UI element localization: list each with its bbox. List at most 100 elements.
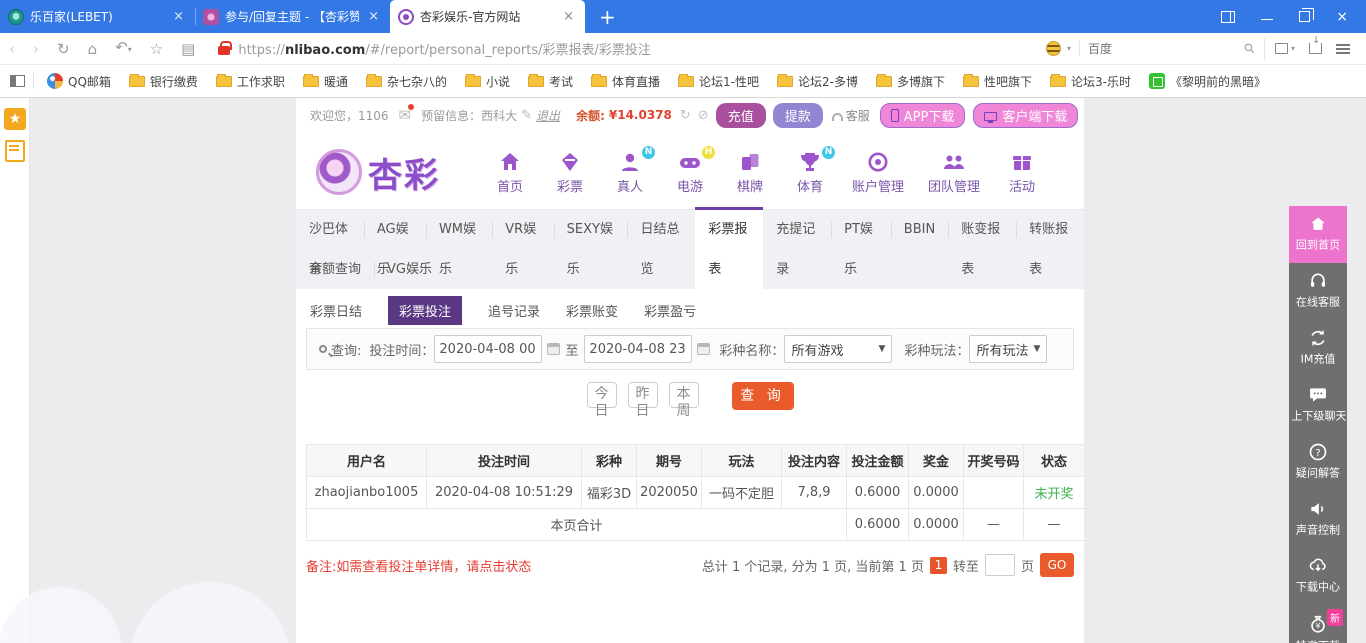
tab-sexy[interactable]: SEXY娱乐 (554, 210, 628, 250)
url-field[interactable]: https://nlibao.com/#/report/personal_rep… (218, 39, 1038, 58)
bookmark-folder-2[interactable]: 工作求职 (207, 73, 294, 90)
site-logo[interactable]: 杏彩 (316, 148, 440, 197)
time-from-input[interactable] (434, 335, 542, 363)
nav-item-egame[interactable]: H 电游 (672, 150, 708, 195)
favorite-star-icon[interactable]: ☆ (141, 34, 172, 64)
cell-status-link[interactable]: 未开奖 (1024, 477, 1085, 509)
client-download-button[interactable]: 客户端下载 (973, 103, 1078, 128)
tab-balance-query[interactable]: 余额查询 (296, 250, 374, 290)
logout-link[interactable]: 退出 (536, 107, 560, 124)
bookmark-folder-3[interactable]: 暖通 (294, 73, 357, 90)
browser-tab-3-active[interactable]: 杏彩娱乐-官方网站 × (390, 0, 585, 33)
bookmark-qq-mail[interactable]: QQ邮箱 (38, 73, 120, 90)
withdraw-button[interactable]: 提款 (773, 103, 823, 128)
message-envelope-icon[interactable]: ✉ (399, 106, 412, 124)
edit-icon[interactable]: ✎ (521, 108, 532, 123)
nav-item-live[interactable]: N 真人 (612, 150, 648, 195)
tab-shaba[interactable]: 沙巴体育 (296, 210, 364, 250)
tab-bbin[interactable]: BBIN (891, 210, 948, 250)
refresh-icon[interactable]: ↻ (48, 34, 79, 64)
subtab-lottery-bets-active[interactable]: 彩票投注 (388, 296, 462, 325)
go-button[interactable]: GO (1040, 553, 1074, 577)
favorites-star-icon[interactable]: ★ (4, 108, 26, 130)
tab-vg[interactable]: VG娱乐 (374, 250, 445, 290)
refresh-balance-icon[interactable]: ↻ (680, 108, 691, 123)
nav-item-team[interactable]: 团队管理 (928, 150, 980, 195)
tab-account-change[interactable]: 账变报表 (948, 210, 1016, 250)
nav-item-chess[interactable]: 棋牌 (732, 150, 768, 195)
bookmark-folder-12[interactable]: 论坛3-乐时 (1041, 73, 1140, 90)
layout-panel-icon[interactable] (1221, 11, 1235, 23)
bookmark-folder-1[interactable]: 银行缴费 (120, 73, 207, 90)
undo-icon[interactable]: ↶▾ (106, 32, 141, 65)
subtab-lottery-pnl[interactable]: 彩票盈亏 (644, 301, 696, 320)
search-icon[interactable] (1243, 42, 1256, 55)
nav-item-promo[interactable]: 活动 (1004, 150, 1040, 195)
home-icon[interactable]: ⌂ (79, 34, 107, 64)
tab-vr[interactable]: VR娱乐 (492, 210, 553, 250)
menu-icon[interactable] (1336, 44, 1350, 54)
bookmark-folder-11[interactable]: 性吧旗下 (954, 73, 1041, 90)
sidebar-item-sound[interactable]: 声音控制 (1289, 491, 1347, 548)
customer-service-link[interactable]: 客服 (832, 107, 870, 124)
browser-search-input[interactable] (1088, 42, 1243, 56)
thisweek-button[interactable]: 本周 (669, 382, 699, 408)
nav-item-account[interactable]: 账户管理 (852, 150, 904, 195)
bee-extension-icon[interactable] (1046, 41, 1061, 56)
yesterday-button[interactable]: 昨日 (628, 382, 658, 408)
calendar-icon[interactable] (697, 343, 710, 355)
time-to-input[interactable] (584, 335, 692, 363)
new-tab-button[interactable]: + (585, 2, 630, 32)
notes-memo-icon[interactable] (5, 140, 25, 162)
close-window-icon[interactable]: × (1336, 10, 1348, 24)
nav-item-sports[interactable]: N 体育 (792, 150, 828, 195)
capture-icon[interactable] (1275, 43, 1288, 54)
restore-icon[interactable] (1299, 11, 1310, 22)
tab2-close-icon[interactable]: × (365, 9, 382, 24)
tab-deposit[interactable]: 充提记录 (763, 210, 831, 250)
tab-pt[interactable]: PT娱乐 (831, 210, 891, 250)
current-page-badge[interactable]: 1 (930, 557, 947, 574)
subtab-lottery-daily[interactable]: 彩票日结 (310, 301, 362, 320)
sidebar-item-home[interactable]: 回到首页 (1289, 206, 1347, 263)
bookmark-folder-5[interactable]: 小说 (456, 73, 519, 90)
sidebar-item-invite-download[interactable]: 新 ¥ 特邀下载 (1289, 605, 1347, 643)
app-download-button[interactable]: APP下载 (880, 103, 966, 128)
tab-daily[interactable]: 日结总览 (627, 210, 695, 250)
recharge-button[interactable]: 充值 (716, 103, 766, 128)
tab-transfer[interactable]: 转账报表 (1016, 210, 1084, 250)
sidebar-item-chat[interactable]: 上下级聊天 (1289, 377, 1347, 434)
minimize-icon[interactable] (1261, 19, 1273, 20)
sidebar-item-im-recharge[interactable]: IM充值 (1289, 320, 1347, 377)
tab-ag[interactable]: AG娱乐 (364, 210, 426, 250)
calendar-icon[interactable] (547, 343, 560, 355)
bookmark-novel[interactable]: 《黎明前的黑暗》 (1140, 73, 1275, 90)
forward-icon[interactable]: › (24, 34, 48, 64)
download-icon[interactable] (1309, 43, 1322, 54)
subtab-chase-records[interactable]: 追号记录 (488, 301, 540, 320)
bookmark-folder-7[interactable]: 体育直播 (582, 73, 669, 90)
tab3-close-icon[interactable]: × (560, 9, 577, 24)
hide-balance-icon[interactable]: ⊘ (698, 108, 709, 123)
play-select[interactable]: 所有玩法▼ (969, 335, 1047, 363)
capture-caret-icon[interactable]: ▾ (1291, 44, 1295, 53)
game-select[interactable]: 所有游戏▼ (784, 335, 892, 363)
subtab-lottery-account[interactable]: 彩票账变 (566, 301, 618, 320)
reading-list-icon[interactable]: ▤ (172, 34, 204, 64)
bookmark-folder-8[interactable]: 论坛1-性吧 (669, 73, 768, 90)
bookmark-folder-4[interactable]: 杂七杂八的 (357, 73, 456, 90)
back-icon[interactable]: ‹ (0, 34, 24, 64)
nav-item-lottery[interactable]: 彩票 (552, 150, 588, 195)
today-button[interactable]: 今日 (587, 382, 617, 408)
sidebar-item-service[interactable]: 在线客服 (1289, 263, 1347, 320)
browser-tab-2[interactable]: 参与/回复主题 - 【杏彩赞 × (195, 0, 390, 33)
tab-wm[interactable]: WM娱乐 (426, 210, 492, 250)
tab1-close-icon[interactable]: × (170, 9, 187, 24)
sidebar-item-download[interactable]: 下载中心 (1289, 548, 1347, 605)
extension-caret-icon[interactable]: ▾ (1067, 44, 1071, 53)
browser-tab-1[interactable]: 乐百家(LEBET) × (0, 0, 195, 33)
bookmark-folder-6[interactable]: 考试 (519, 73, 582, 90)
goto-page-input[interactable] (985, 554, 1015, 576)
nav-item-home[interactable]: 首页 (492, 150, 528, 195)
sidebar-item-faq[interactable]: ? 疑问解答 (1289, 434, 1347, 491)
